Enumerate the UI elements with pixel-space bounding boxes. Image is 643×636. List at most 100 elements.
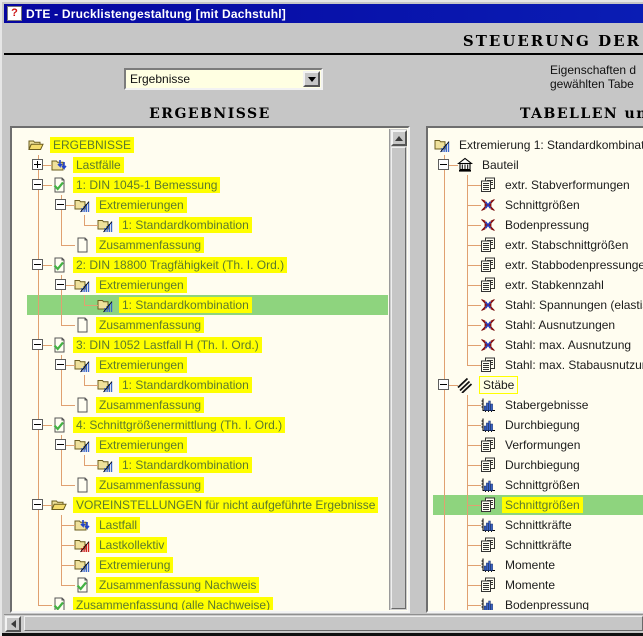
tree-guide [433,235,456,255]
tree-row[interactable]: extr. Stabkennzahl [433,275,643,295]
tree-row[interactable]: Extremierungen [27,275,388,295]
tree-guide [433,335,456,355]
tree-guide [456,455,479,475]
tree-guide [27,535,50,555]
tree-row[interactable]: Stäbe [433,375,643,395]
tree-row[interactable]: Zusammenfassung (alle Nachweise) [27,595,388,610]
collapse-minus-box[interactable] [32,499,43,510]
app-icon[interactable]: ? [7,6,22,21]
tree-label: Zusammenfassung [96,477,204,493]
collapse-minus-box[interactable] [32,419,43,430]
tree-row[interactable]: Lastfälle [27,155,388,175]
tree-row[interactable]: Lastkollektiv [27,535,388,555]
tree-row[interactable]: Extremierung [27,555,388,575]
tree-row[interactable]: Stahl: max. Stabausnutzung [433,355,643,375]
page-plain-icon [74,477,93,493]
tree-row[interactable]: Bodenpressung [433,215,643,235]
tree-row[interactable]: Bodenpressung [433,595,643,610]
tree-row[interactable]: Durchbiegung [433,455,643,475]
tree-row[interactable]: Zusammenfassung [27,475,388,495]
collapse-minus-box[interactable] [55,199,66,210]
tree-row[interactable]: 1: Standardkombination [27,455,388,475]
window-horizontal-scrollbar[interactable] [4,614,643,632]
tree-row[interactable]: Zusammenfassung Nachweis [27,575,388,595]
tree-guide [50,395,73,415]
tree-row[interactable]: Schnittgrößen [433,195,643,215]
page-check-icon [51,257,70,273]
tree-guide [73,295,96,315]
tables-tree-viewport: Extremierung 1: Standardkombination (DIN… [429,129,643,610]
tree-label: 1: DIN 1045-1 Bemessung [73,177,220,193]
tree-row[interactable]: Momente [433,575,643,595]
tree-guide [456,215,479,235]
arrow-up-icon [395,136,403,141]
tree-row[interactable]: ERGEBNISSE [27,135,388,155]
collapse-minus-box[interactable] [438,159,449,170]
house-icon [457,157,476,173]
horizontal-scroll-thumb[interactable] [24,616,643,631]
tree-row[interactable]: Extremierungen [27,355,388,375]
tree-row[interactable]: Zusammenfassung [27,235,388,255]
tree-row[interactable]: Stahl: Spannungen (elastisch) [433,295,643,315]
collapse-minus-box[interactable] [55,279,66,290]
tree-guide [433,155,456,175]
results-vertical-scrollbar[interactable] [389,129,407,610]
collapse-minus-box[interactable] [55,439,66,450]
expand-plus-box[interactable] [32,159,43,170]
tree-row[interactable]: Lastfall [27,515,388,535]
tree-guide [50,555,73,575]
tree-label: 1: Standardkombination [119,297,252,313]
tree-guide [433,175,456,195]
tree-row[interactable]: 4: Schnittgrößenermittlung (Th. I. Ord.) [27,415,388,435]
tree-row[interactable]: Zusammenfassung [27,395,388,415]
tree-row[interactable]: Bauteil [433,155,643,175]
tree-guide [27,255,50,275]
scroll-left-button[interactable] [5,616,21,632]
tree-label: Momente [502,557,558,573]
tree-row[interactable]: Stabergebnisse [433,395,643,415]
tree-row[interactable]: Momente [433,555,643,575]
tree-row[interactable]: extr. Stabschnittgrößen [433,235,643,255]
collapse-minus-box[interactable] [32,259,43,270]
tree-row[interactable]: Extremierungen [27,435,388,455]
tree-row[interactable]: Schnittkräfte [433,535,643,555]
tree-row[interactable]: Schnittkräfte [433,515,643,535]
tree-guide [433,255,456,275]
combobox-value: Ergebnisse [126,72,303,86]
collapse-minus-box[interactable] [55,359,66,370]
view-select-combobox[interactable]: Ergebnisse [124,68,323,90]
tree-guide [433,355,456,375]
scroll-up-button[interactable] [391,130,407,146]
tree-row[interactable]: 1: Standardkombination [27,215,388,235]
tree-row[interactable]: 1: Standardkombination [27,375,388,395]
tree-row[interactable]: VOREINSTELLUNGEN für nicht aufgeführte E… [27,495,388,515]
tree-row[interactable]: extr. Stabverformungen [433,175,643,195]
tree-row[interactable]: Stahl: Ausnutzungen [433,315,643,335]
tree-row[interactable]: Schnittgrößen [433,475,643,495]
collapse-minus-box[interactable] [438,379,449,390]
title-bar[interactable]: ? DTE - Drucklistengestaltung [mit Dachs… [4,4,643,23]
tree-guide [456,555,479,575]
collapse-minus-box[interactable] [32,179,43,190]
combobox-dropdown-button[interactable] [303,71,320,87]
tree-guide [27,335,50,355]
page-check-icon [51,337,70,353]
tree-row[interactable]: Extremierungen [27,195,388,215]
tree-row[interactable]: 1: DIN 1045-1 Bemessung [27,175,388,195]
tree-row[interactable]: Zusammenfassung [27,315,388,335]
page-plain-icon [74,317,93,333]
tree-row[interactable]: 3: DIN 1052 Lastfall H (Th. I. Ord.) [27,335,388,355]
tree-row[interactable]: Verformungen [433,435,643,455]
tree-row[interactable]: 2: DIN 18800 Tragfähigkeit (Th. I. Ord.) [27,255,388,275]
tree-row[interactable]: Stahl: max. Ausnutzung [433,335,643,355]
tree-row[interactable]: Durchbiegung [433,415,643,435]
vertical-scroll-thumb[interactable] [391,147,406,609]
tree-guide [50,195,73,215]
tree-row[interactable]: Schnittgrößen [433,495,643,515]
tree-guide [456,355,479,375]
tree-row[interactable]: extr. Stabbodenpressungen [433,255,643,275]
tree-guide [50,475,73,495]
tree-row[interactable]: Extremierung 1: Standardkombination (DIN [433,135,643,155]
tree-row[interactable]: 1: Standardkombination [27,295,388,315]
collapse-minus-box[interactable] [32,339,43,350]
